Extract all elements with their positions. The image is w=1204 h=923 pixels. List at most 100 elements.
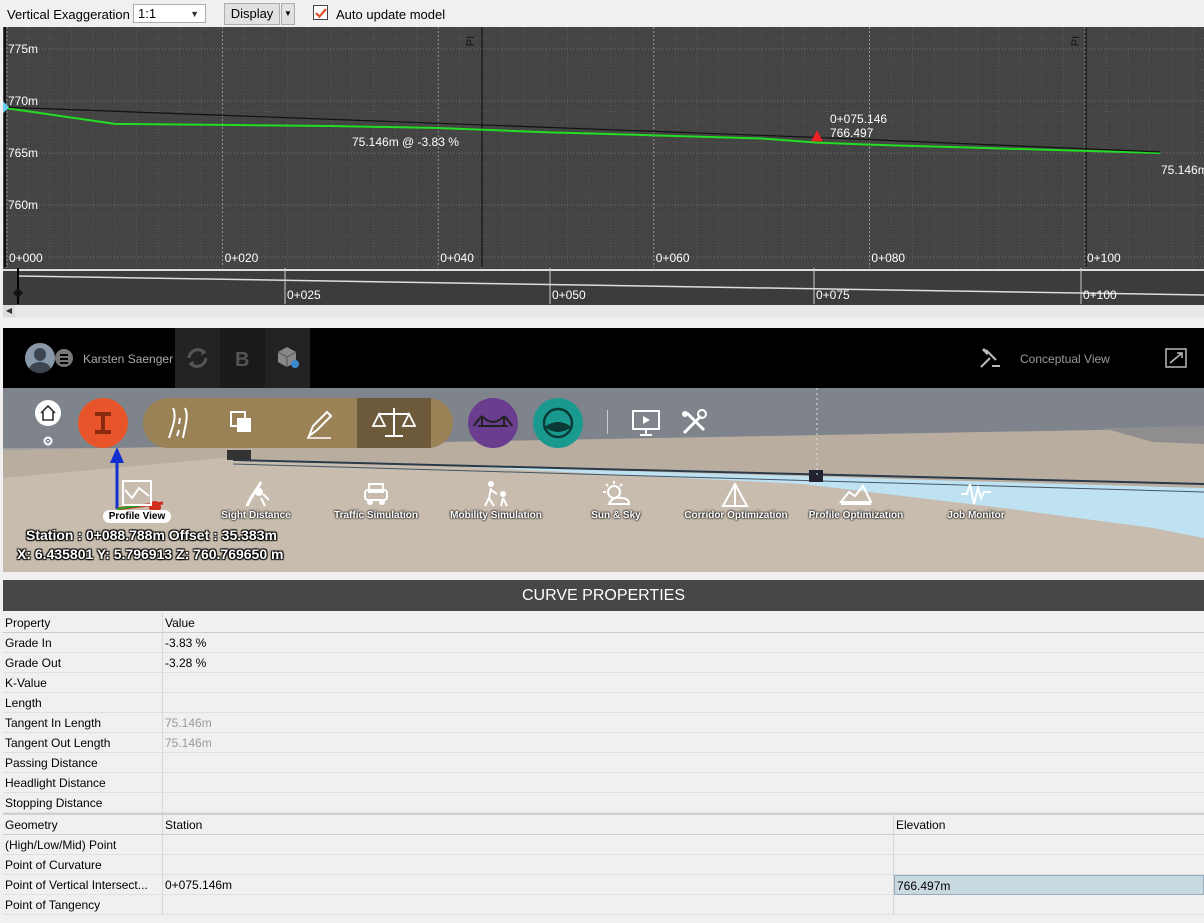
table-row[interactable]: Stopping Distance [3, 793, 1204, 813]
tool-corridor-optimization[interactable]: Corridor Optimization [676, 478, 796, 521]
elevation-cell[interactable]: 766.497m [894, 875, 1204, 895]
bridge-button[interactable] [468, 398, 518, 448]
drainage-button[interactable] [533, 398, 583, 448]
elevation-column-header[interactable]: Elevation [894, 815, 1204, 835]
pi-label: PI [1070, 35, 1083, 47]
property-value-cell[interactable] [163, 693, 1204, 713]
x-tick-label: 0+100 [1087, 251, 1121, 265]
table-row[interactable]: Grade Out -3.28 % [3, 653, 1204, 673]
scroll-left-icon[interactable]: ◀ [3, 305, 15, 317]
imodel-button[interactable] [78, 398, 128, 448]
traffic-simulation-icon [364, 483, 388, 505]
table-row[interactable]: Point of Tangency [3, 895, 1204, 915]
tool-profile-view[interactable]: Profile View [77, 478, 197, 523]
sync-button[interactable] [175, 328, 220, 388]
table-row[interactable]: Point of Curvature [3, 855, 1204, 875]
tool-mobility-simulation[interactable]: Mobility Simulation [436, 478, 556, 521]
tool-sight-distance[interactable]: Sight Distance [196, 478, 316, 521]
edit-button[interactable] [283, 398, 357, 448]
tool-job-monitor[interactable]: Job Monitor [916, 478, 1036, 521]
bentley-button[interactable]: B [220, 328, 265, 388]
property-value-cell[interactable]: 75.146m [163, 713, 1204, 733]
properties-header-row: Property Value [3, 613, 1204, 633]
tool-label: Sun & Sky [591, 510, 641, 521]
property-value-cell[interactable]: -3.28 % [163, 653, 1204, 673]
table-row[interactable]: Tangent Out Length 75.146m [3, 733, 1204, 753]
geometry-column-header[interactable]: Geometry [3, 815, 163, 835]
x-tick-label: 0+000 [9, 251, 43, 265]
splitter[interactable] [3, 572, 1204, 580]
vertical-exaggeration-label: Vertical Exaggeration [7, 7, 130, 22]
tool-profile-optimization[interactable]: Profile Optimization [796, 478, 916, 521]
station-cell[interactable]: 0+075.146m [163, 875, 894, 895]
user-menu-icon[interactable] [55, 349, 73, 367]
splitter[interactable] [3, 318, 1204, 328]
tool-label: Profile Optimization [808, 510, 904, 521]
geometry-name-cell: Point of Vertical Intersect... [3, 875, 163, 895]
table-row[interactable]: Headlight Distance [3, 773, 1204, 793]
display-dropdown-arrow-icon[interactable]: ▼ [281, 3, 295, 25]
table-row[interactable]: Point of Vertical Intersect... 0+075.146m… [3, 875, 1204, 895]
pvi-marker [811, 130, 824, 142]
sync-icon [187, 348, 208, 368]
settings-gear-icon[interactable] [42, 435, 54, 447]
elevation-cell[interactable] [894, 855, 1204, 875]
geometry-grid: Geometry Station Elevation (High/Low/Mid… [3, 815, 1204, 915]
y-tick-label: 765m [8, 146, 39, 160]
auto-update-checkbox[interactable] [313, 5, 328, 20]
property-name-cell: Passing Distance [3, 753, 163, 773]
home-icon [40, 404, 56, 421]
table-row[interactable]: Passing Distance [3, 753, 1204, 773]
right-annotation: 75.146m [1161, 163, 1204, 177]
station-column-header[interactable]: Station [163, 815, 894, 835]
username: Karsten Saenger [83, 352, 174, 366]
3d-viewport[interactable]: Profile View Sight Distance Traffic Simula… [3, 388, 1204, 572]
compare-button[interactable] [205, 398, 279, 448]
tool-sun-sky[interactable]: Sun & Sky [556, 478, 676, 521]
tool-label: Job Monitor [947, 510, 1005, 521]
svg-text:B: B [235, 349, 249, 371]
tool-label: Profile View [102, 510, 172, 523]
property-value-cell[interactable] [163, 773, 1204, 793]
balance-button[interactable] [357, 398, 431, 448]
vertical-exaggeration-select[interactable]: 1:1 ▼ [133, 4, 206, 23]
property-value-cell[interactable]: -3.83 % [163, 633, 1204, 653]
property-value-cell[interactable] [163, 793, 1204, 813]
avatar[interactable] [25, 343, 55, 373]
elevation-cell[interactable] [894, 895, 1204, 915]
display-button[interactable]: Display [224, 3, 280, 25]
station-cell[interactable] [163, 855, 894, 875]
cube-share-icon [277, 347, 299, 368]
property-column-header[interactable]: Property [3, 613, 163, 633]
ruler-label: 0+050 [552, 288, 586, 302]
table-row[interactable]: Grade In -3.83 % [3, 633, 1204, 653]
station-cell[interactable] [163, 835, 894, 855]
property-value-cell[interactable]: 75.146m [163, 733, 1204, 753]
visual-style-icon[interactable] [978, 346, 1002, 370]
table-row[interactable]: K-Value [3, 673, 1204, 693]
toolbar-divider [607, 410, 608, 434]
scales-icon [371, 408, 417, 437]
profile-chart[interactable]: 775m 770m 765m 760m 0+000 0+020 0+040 0+060 0+08… [3, 27, 1204, 268]
property-value-cell[interactable] [163, 753, 1204, 773]
table-row[interactable]: (High/Low/Mid) Point [3, 835, 1204, 855]
property-value-cell[interactable] [163, 673, 1204, 693]
property-name-cell: K-Value [3, 673, 163, 693]
elevation-cell[interactable] [894, 835, 1204, 855]
tools-icon[interactable] [679, 408, 709, 438]
property-name-cell: Headlight Distance [3, 773, 163, 793]
station-ruler[interactable]: 0+025 0+050 0+075 0+100 ◀ [3, 268, 1204, 318]
tool-label: Mobility Simulation [450, 510, 542, 521]
presentation-icon[interactable] [631, 408, 661, 438]
tool-traffic-simulation[interactable]: Traffic Simulation [316, 478, 436, 521]
fit-view-icon[interactable] [1165, 348, 1187, 368]
model-share-button[interactable] [265, 328, 310, 388]
mobility-simulation-icon [484, 481, 508, 507]
value-column-header[interactable]: Value [163, 613, 1204, 633]
home-button[interactable] [35, 400, 61, 426]
y-tick-label: 760m [8, 198, 39, 212]
view-mode-label[interactable]: Conceptual View [1020, 352, 1110, 366]
station-cell[interactable] [163, 895, 894, 915]
table-row[interactable]: Tangent In Length 75.146m [3, 713, 1204, 733]
table-row[interactable]: Length [3, 693, 1204, 713]
